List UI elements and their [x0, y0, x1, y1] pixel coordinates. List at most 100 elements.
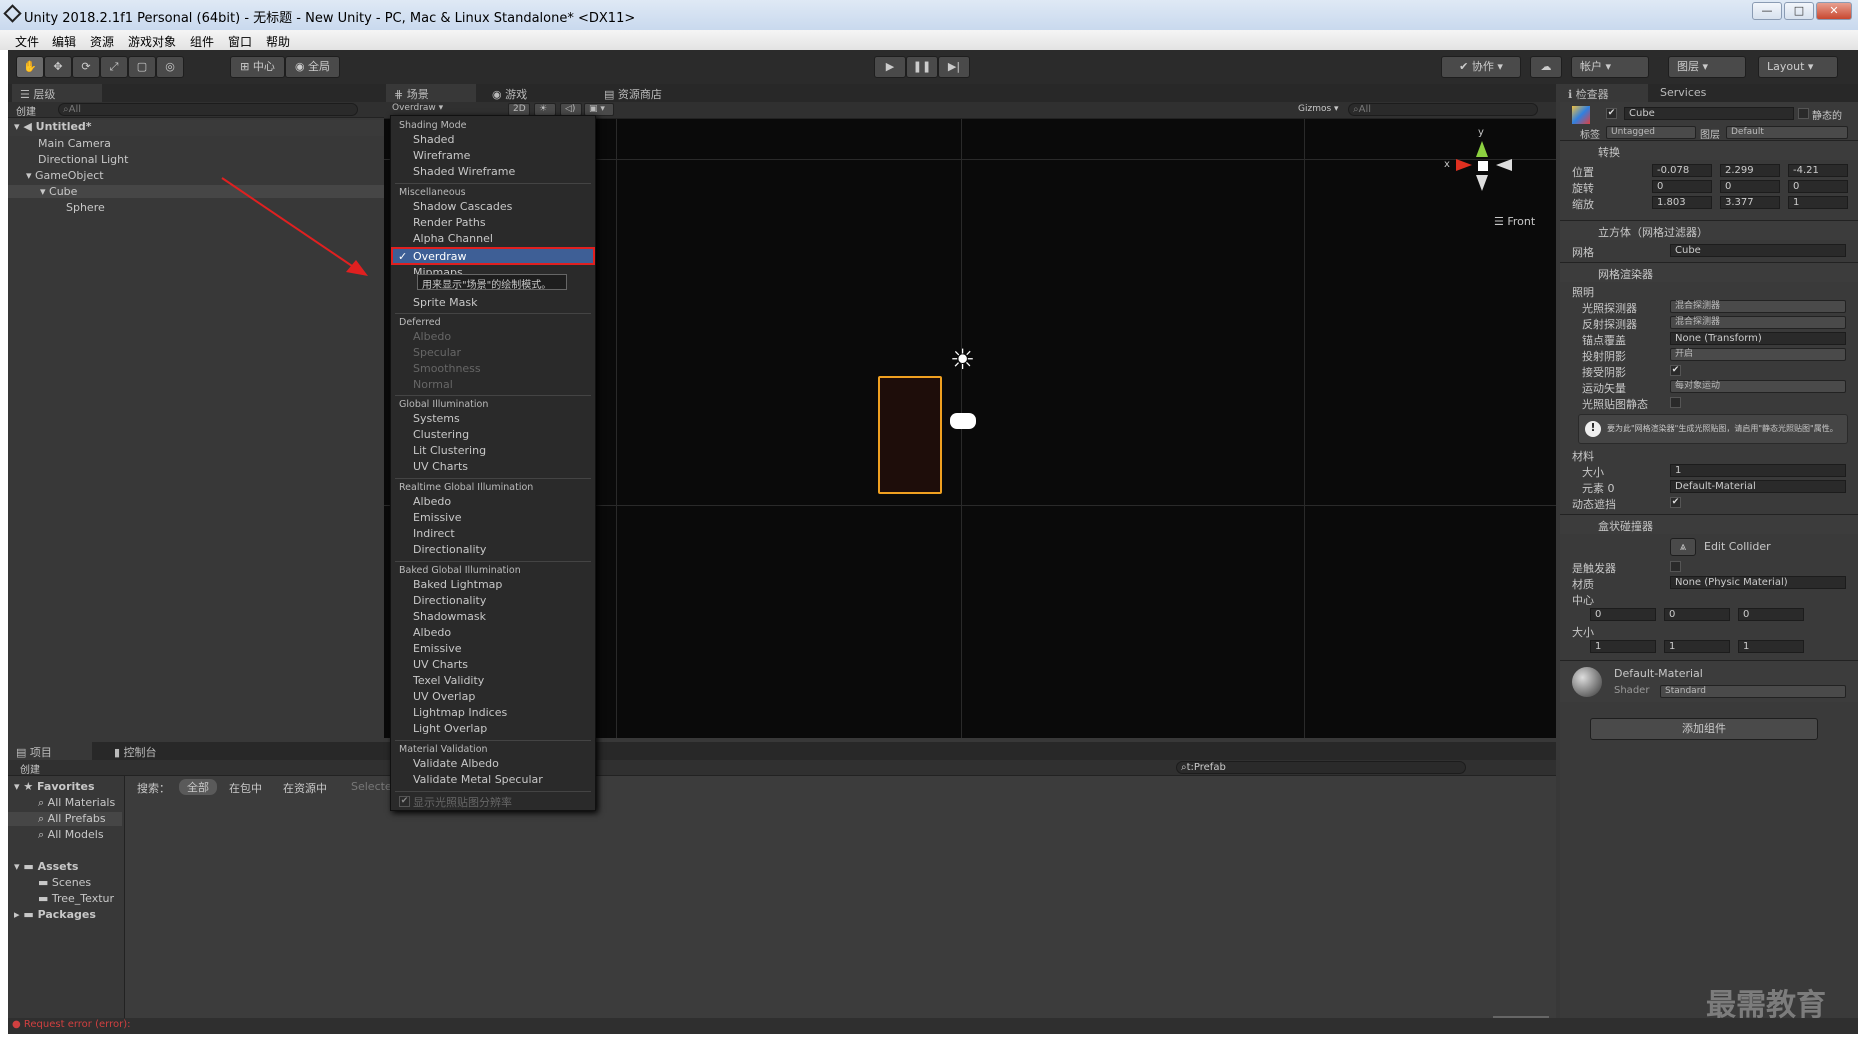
view-label[interactable]: ☰ Front [1494, 215, 1535, 228]
cast-shadows-dropdown[interactable]: 开启 [1670, 348, 1846, 361]
scale-tool-button[interactable]: ⤢ [100, 56, 128, 78]
layout-dropdown[interactable]: Layout ▾ [1758, 56, 1838, 78]
hierarchy-item-sphere[interactable]: Sphere [8, 201, 105, 214]
assets-scenes-folder[interactable]: ▬ Scenes [8, 876, 91, 889]
menu-item-wireframe[interactable]: Wireframe [413, 149, 470, 162]
assets-folder[interactable]: ▾ ▬ Assets [8, 860, 78, 873]
menu-item-gi-clustering[interactable]: Clustering [413, 428, 469, 441]
center-z-field[interactable]: 0 [1738, 608, 1804, 621]
orientation-gizmo[interactable]: y x [1444, 127, 1524, 209]
center-x-field[interactable]: 0 [1590, 608, 1656, 621]
menu-item-gi-uv-charts[interactable]: UV Charts [413, 460, 468, 473]
scene-search-input[interactable]: ⌕All [1348, 103, 1538, 116]
hierarchy-item-directional-light[interactable]: Directional Light [8, 153, 128, 166]
add-component-button[interactable]: 添加组件 [1590, 718, 1818, 740]
menu-item-baked-texel-validity[interactable]: Texel Validity [413, 674, 484, 687]
camera-gizmo-icon[interactable] [950, 413, 976, 429]
mesh-filter-header[interactable]: 立方体（网格过滤器） [1560, 220, 1858, 240]
collab-button[interactable]: ✔ 协作 ▾ [1441, 56, 1521, 78]
size-z-field[interactable]: 1 [1738, 640, 1804, 653]
assets-tree-textures-folder[interactable]: ▬ Tree_Textur [8, 892, 114, 905]
menu-component[interactable]: 组件 [190, 33, 214, 50]
tab-services[interactable]: Services [1652, 84, 1732, 102]
menu-item-realtime-emissive[interactable]: Emissive [413, 511, 462, 524]
scene-root-row[interactable]: ▾ ◀ Untitled* [8, 120, 384, 136]
shader-dropdown[interactable]: Standard [1660, 685, 1846, 698]
menu-item-gi-systems[interactable]: Systems [413, 412, 460, 425]
rotate-tool-button[interactable]: ⟳ [72, 56, 100, 78]
menu-item-realtime-indirect[interactable]: Indirect [413, 527, 455, 540]
collider-material-field[interactable]: None (Physic Material) [1670, 576, 1846, 589]
lighting-foldout[interactable]: 照明 [1572, 284, 1594, 300]
transform-tool-button[interactable]: ◎ [156, 56, 184, 78]
space-toggle-button[interactable]: ◉ 全局 [285, 56, 340, 78]
is-trigger-checkbox[interactable] [1670, 561, 1681, 572]
hierarchy-tab[interactable]: ☰ 层级 [12, 84, 102, 102]
active-checkbox[interactable]: ✔ [1606, 108, 1617, 119]
menu-item-baked-shadowmask[interactable]: Shadowmask [413, 610, 486, 623]
filter-in-packages[interactable]: 在包中 [229, 780, 262, 796]
hierarchy-item-gameobject[interactable]: ▾ GameObject [8, 169, 104, 182]
anchor-override-field[interactable]: None (Transform) [1670, 332, 1846, 345]
minimize-button[interactable]: — [1752, 2, 1782, 20]
tab-asset-store[interactable]: ▤ 资源商店 [596, 84, 696, 102]
menu-item-baked-lightmap-indices[interactable]: Lightmap Indices [413, 706, 507, 719]
cloud-button[interactable]: ☁ [1530, 56, 1562, 78]
menu-item-shadow-cascades[interactable]: Shadow Cascades [413, 200, 512, 213]
menu-help[interactable]: 帮助 [266, 33, 290, 50]
layer-dropdown[interactable]: Default [1726, 126, 1848, 139]
favorite-all-materials[interactable]: ⌕ All Materials [8, 796, 115, 810]
lightmap-resolution-checkbox[interactable]: ✔ [399, 796, 410, 807]
menu-gameobject[interactable]: 游戏对象 [128, 33, 176, 50]
menu-assets[interactable]: 资源 [90, 33, 114, 50]
position-y-field[interactable]: 2.299 [1720, 164, 1780, 177]
receive-shadows-checkbox[interactable]: ✔ [1670, 365, 1681, 376]
edit-collider-button[interactable]: ⩓ [1670, 538, 1696, 556]
favorites-folder[interactable]: ▾ ★ Favorites [8, 780, 95, 793]
menu-item-baked-emissive[interactable]: Emissive [413, 642, 462, 655]
step-button[interactable]: ▶| [938, 56, 970, 78]
hierarchy-item-main-camera[interactable]: Main Camera [8, 137, 111, 150]
tab-game[interactable]: ◉ 游戏 [484, 84, 564, 102]
dynamic-occlusion-checkbox[interactable]: ✔ [1670, 497, 1681, 508]
tab-scene[interactable]: ⋕ 场景 [386, 84, 476, 102]
close-button[interactable]: ✕ [1816, 2, 1852, 20]
menu-item-realtime-directionality[interactable]: Directionality [413, 543, 486, 556]
size-y-field[interactable]: 1 [1664, 640, 1730, 653]
project-create-button[interactable]: 创建 [20, 761, 40, 776]
move-tool-button[interactable]: ✥ [44, 56, 72, 78]
hierarchy-search-input[interactable]: ⌕All [58, 103, 358, 116]
rotation-x-field[interactable]: 0 [1652, 180, 1712, 193]
motion-vectors-dropdown[interactable]: 每对象运动 [1670, 380, 1846, 393]
play-button[interactable]: ▶ [874, 56, 906, 78]
rotation-z-field[interactable]: 0 [1788, 180, 1848, 193]
status-text[interactable]: ● Request error (error): [12, 1019, 130, 1030]
tab-inspector[interactable]: ℹ 检查器 [1560, 84, 1648, 102]
project-search-input[interactable]: ⌕t:Prefab [1176, 761, 1466, 774]
menu-item-mipmaps[interactable]: Mipmaps [413, 266, 463, 274]
menu-item-overdraw-row[interactable]: ✓ Overdraw [391, 247, 595, 265]
position-x-field[interactable]: -0.078 [1652, 164, 1712, 177]
selected-cube-object[interactable] [878, 376, 942, 494]
menu-item-baked-uv-overlap[interactable]: UV Overlap [413, 690, 475, 703]
menu-item-baked-uv-charts[interactable]: UV Charts [413, 658, 468, 671]
favorite-all-prefabs[interactable]: ⌕ All Prefabs [8, 812, 122, 826]
rect-tool-button[interactable]: ▢ [128, 56, 156, 78]
menu-item-shaded-wireframe[interactable]: Shaded Wireframe [413, 165, 515, 178]
menu-item-validate-albedo[interactable]: Validate Albedo [413, 757, 499, 770]
menu-window[interactable]: 窗口 [228, 33, 252, 50]
scale-z-field[interactable]: 1 [1788, 196, 1848, 209]
tab-project[interactable]: ▤ 项目 [8, 742, 92, 760]
menu-item-render-paths[interactable]: Render Paths [413, 216, 486, 229]
light-probes-dropdown[interactable]: 混合探测器 [1670, 300, 1846, 313]
menu-item-baked-albedo[interactable]: Albedo [413, 626, 451, 639]
account-dropdown[interactable]: 帐户 ▾ [1571, 56, 1649, 78]
hand-tool-button[interactable]: ✋ [16, 56, 44, 78]
menu-edit[interactable]: 编辑 [52, 33, 76, 50]
transform-header[interactable]: 转换 [1560, 140, 1858, 160]
size-x-field[interactable]: 1 [1590, 640, 1656, 653]
position-z-field[interactable]: -4.21 [1788, 164, 1848, 177]
gizmos-dropdown[interactable]: Gizmos ▾ [1298, 104, 1339, 114]
rotation-y-field[interactable]: 0 [1720, 180, 1780, 193]
tab-console[interactable]: ▮ 控制台 [106, 742, 186, 760]
